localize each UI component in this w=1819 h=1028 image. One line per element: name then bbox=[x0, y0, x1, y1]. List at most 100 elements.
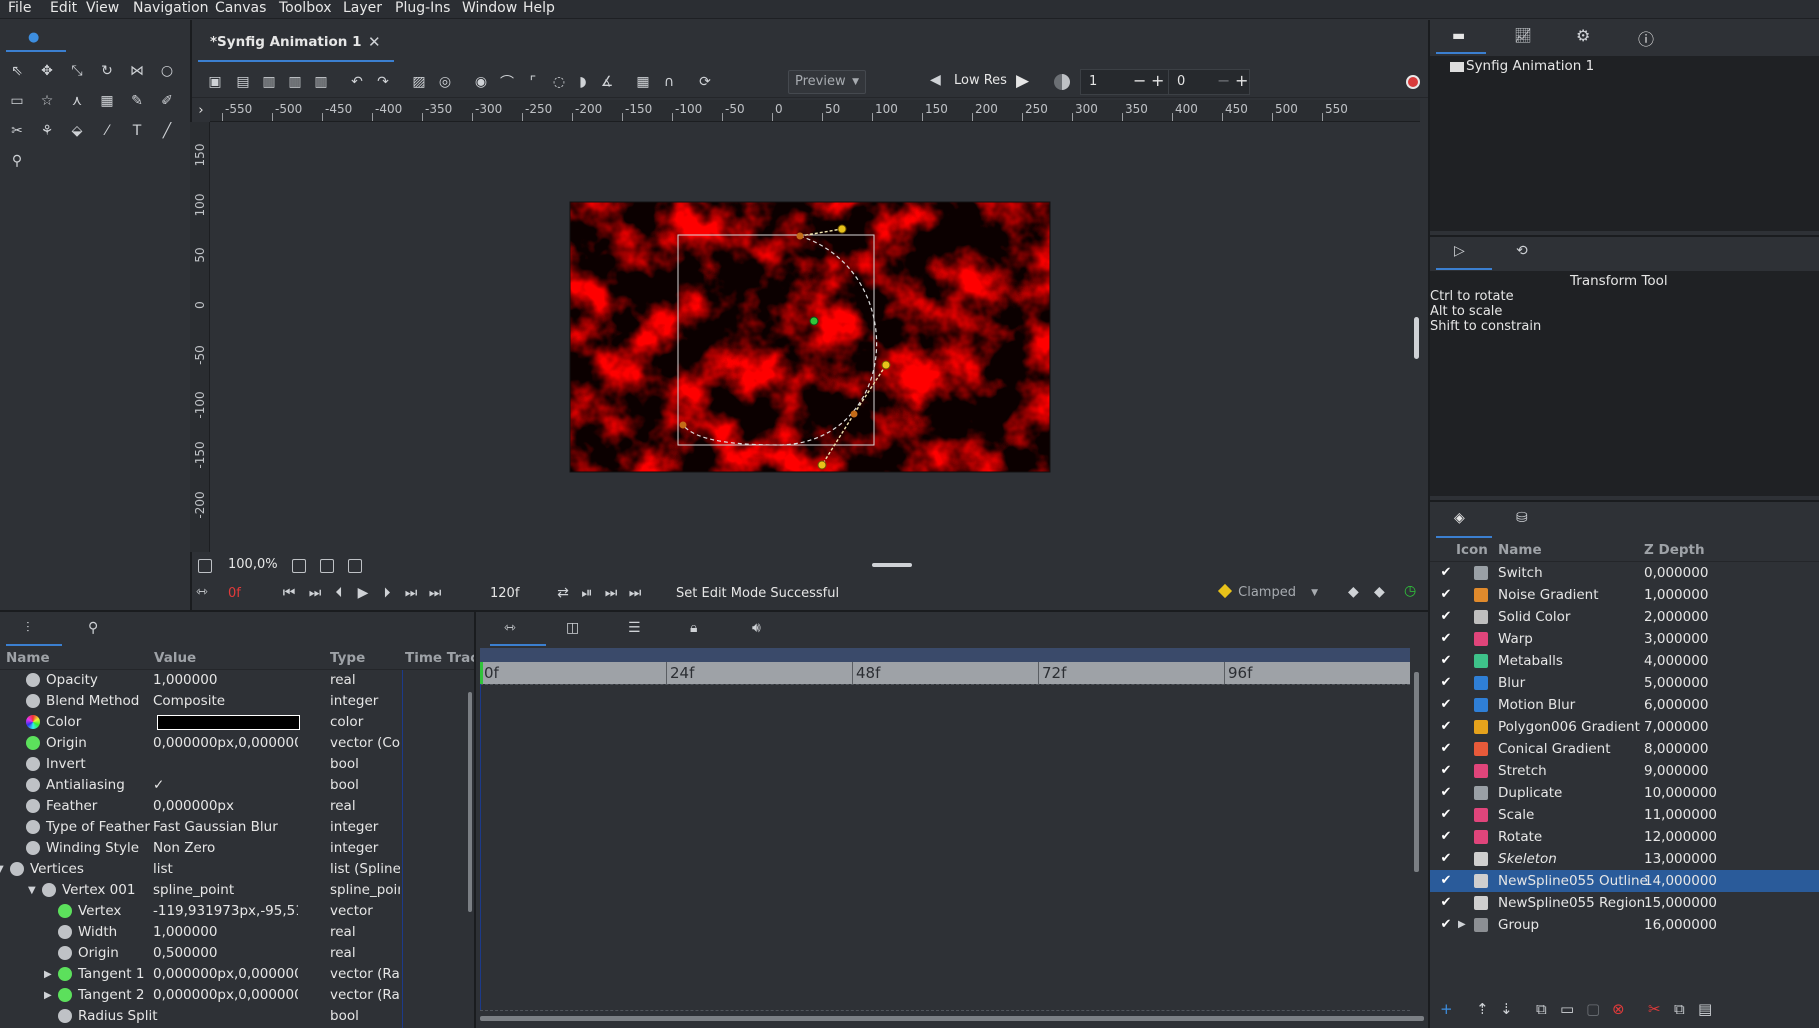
header-value[interactable]: Value bbox=[154, 650, 196, 666]
width-tool-icon[interactable]: ⚘ bbox=[36, 120, 58, 142]
param-row[interactable]: Type of Feather Fast Gaussian Blur integer bbox=[0, 817, 470, 838]
param-value[interactable]: 1,000000 bbox=[153, 922, 298, 943]
layer-row[interactable]: ✔ Rotate 12,000000 bbox=[1430, 826, 1819, 848]
layer-row[interactable]: ✔ Skeleton 13,000000 bbox=[1430, 848, 1819, 870]
star-tool-icon[interactable]: ☆ bbox=[36, 90, 58, 112]
layer-name[interactable]: Skeleton bbox=[1498, 848, 1557, 870]
gear-icon[interactable]: ⚙ bbox=[1576, 26, 1590, 45]
param-row[interactable]: Width 1,000000 real bbox=[0, 922, 470, 943]
new-file-icon[interactable]: ▣ bbox=[204, 71, 226, 93]
magnet-icon[interactable]: ∩ bbox=[658, 71, 680, 93]
cut-icon[interactable]: ✂ bbox=[1648, 1000, 1661, 1018]
header-zdepth[interactable]: Z Depth bbox=[1644, 542, 1705, 558]
layer-name[interactable]: Group bbox=[1498, 914, 1539, 936]
param-row[interactable]: Feather 0,000000px real bbox=[0, 796, 470, 817]
plus-icon[interactable]: + bbox=[1235, 71, 1248, 90]
encapsulate-icon[interactable]: ▢ bbox=[1586, 1000, 1600, 1018]
preview-dropdown[interactable]: Preview ▼ bbox=[788, 70, 866, 94]
layer-visibility-checkbox[interactable]: ✔ bbox=[1439, 742, 1453, 756]
color-swatch[interactable] bbox=[157, 715, 300, 730]
circle-handle-icon[interactable]: ◌ bbox=[548, 71, 570, 93]
tangent-handle[interactable] bbox=[837, 224, 847, 234]
canvas-browser-tab-icon[interactable]: ▬ bbox=[1452, 28, 1465, 44]
param-value[interactable]: -119,931973px,-95,510 bbox=[153, 901, 298, 922]
bline-icon[interactable]: ⌜ bbox=[522, 71, 544, 93]
history-tab-icon[interactable]: ⟲ bbox=[1516, 243, 1528, 259]
vertex-handle[interactable] bbox=[679, 421, 687, 429]
interpolation-dropdown[interactable]: Clamped ▼ bbox=[1214, 582, 1322, 606]
circle-tool-icon[interactable]: ○ bbox=[156, 60, 178, 82]
param-row[interactable]: Winding Style Non Zero integer bbox=[0, 838, 470, 859]
layer-visibility-checkbox[interactable]: ✔ bbox=[1439, 764, 1453, 778]
duplicate-layer-icon[interactable]: ⧉ bbox=[1536, 1000, 1547, 1018]
layer-visibility-checkbox[interactable]: ✔ bbox=[1439, 918, 1453, 932]
seek-begin-icon[interactable]: ⏮ bbox=[278, 582, 300, 604]
save-as-icon[interactable]: ▥ bbox=[284, 71, 306, 93]
layer-name[interactable]: Polygon006 Gradient bbox=[1498, 716, 1640, 738]
layer-name[interactable]: Blur bbox=[1498, 672, 1525, 694]
menu-navigation[interactable]: Navigation bbox=[129, 0, 213, 17]
text-tool-icon[interactable]: T bbox=[126, 120, 148, 142]
ruler-corner-toggle[interactable]: › bbox=[192, 100, 210, 122]
layer-visibility-checkbox[interactable]: ✔ bbox=[1439, 720, 1453, 734]
close-icon[interactable]: ✕ bbox=[368, 33, 381, 51]
curves-tab-icon[interactable]: ◫ bbox=[566, 620, 579, 636]
library-tab-icon[interactable]: ⚲ bbox=[88, 620, 98, 636]
paste-icon[interactable]: ▤ bbox=[1698, 1000, 1712, 1018]
zoom-out-icon[interactable] bbox=[198, 559, 212, 573]
layer-name[interactable]: NewSpline055 Outline bbox=[1498, 870, 1648, 892]
layers-tab-icon[interactable]: ◈ bbox=[1454, 510, 1465, 526]
layer-visibility-checkbox[interactable]: ✔ bbox=[1439, 786, 1453, 800]
prev-keyframe-seek-icon[interactable]: ⏭ bbox=[304, 582, 326, 604]
save-all-icon[interactable]: ▥ bbox=[310, 71, 332, 93]
onion-past-spinner[interactable]: 1 − + bbox=[1080, 69, 1170, 95]
param-value[interactable]: 0,000000px,0,000000p bbox=[153, 964, 298, 985]
param-row[interactable]: Radius Split bool bbox=[0, 1006, 470, 1027]
menu-plugins[interactable]: Plug-Ins bbox=[391, 0, 454, 17]
tangent-handle[interactable] bbox=[817, 460, 827, 470]
document-tab[interactable]: *Synfig Animation 1 ✕ bbox=[198, 26, 394, 64]
scale-tool-icon[interactable]: ⤡ bbox=[66, 60, 88, 82]
layer-name[interactable]: Noise Gradient bbox=[1498, 584, 1599, 606]
layer-name[interactable]: Rotate bbox=[1498, 826, 1542, 848]
layer-name[interactable]: NewSpline055 Region bbox=[1498, 892, 1645, 914]
time-ruler[interactable]: 0f 24f 48f 72f 96f bbox=[480, 648, 1410, 684]
raise-layer-icon[interactable]: ⇡ bbox=[1476, 1000, 1489, 1018]
layer-row[interactable]: ✔ Metaballs 4,000000 bbox=[1430, 650, 1819, 672]
timeline-scrollbar-v[interactable] bbox=[1414, 672, 1419, 872]
layer-row[interactable]: ✔ Noise Gradient 1,000000 bbox=[1430, 584, 1819, 606]
menu-toolbox[interactable]: Toolbox bbox=[275, 0, 336, 17]
bounds-play-icon[interactable]: ⏯ bbox=[576, 582, 598, 604]
expander-closed-icon[interactable]: ▶ bbox=[44, 985, 52, 1006]
folder-icon[interactable]: ▭ bbox=[1560, 1000, 1574, 1018]
seek-end-icon[interactable]: ⏭ bbox=[424, 582, 446, 604]
params-scrollbar[interactable] bbox=[468, 692, 472, 912]
layer-visibility-checkbox[interactable]: ✔ bbox=[1439, 632, 1453, 646]
param-value[interactable]: 1,000000 bbox=[153, 670, 298, 691]
layer-visibility-checkbox[interactable]: ✔ bbox=[1439, 566, 1453, 580]
prev-frame-icon[interactable]: ⏴ bbox=[328, 582, 350, 604]
layer-name[interactable]: Metaballs bbox=[1498, 650, 1563, 672]
layer-row[interactable]: ✔ Blur 5,000000 bbox=[1430, 672, 1819, 694]
jump-end-icon[interactable]: ⏭ bbox=[624, 582, 646, 604]
layer-visibility-checkbox[interactable]: ✔ bbox=[1439, 676, 1453, 690]
param-value[interactable]: 0,000000px,0,000000px bbox=[153, 733, 298, 754]
record-icon[interactable] bbox=[1406, 75, 1420, 89]
rotate-tool-icon[interactable]: ↻ bbox=[96, 60, 118, 82]
play-icon[interactable]: ▶ bbox=[352, 582, 374, 604]
next-keyframe-icon[interactable]: ◆ bbox=[1374, 584, 1385, 600]
tool-options-tab-icon[interactable]: ▷ bbox=[1454, 243, 1465, 259]
next-keyframe-seek-icon[interactable]: ⏭ bbox=[400, 582, 422, 604]
animation-mode-icon[interactable]: ⇿ bbox=[196, 584, 208, 600]
layer-row[interactable]: ✔ Scale 11,000000 bbox=[1430, 804, 1819, 826]
menu-help[interactable]: Help bbox=[519, 0, 559, 17]
expander-open-icon[interactable]: ▼ bbox=[0, 859, 4, 880]
param-row[interactable]: Origin 0,500000 real bbox=[0, 943, 470, 964]
mirror-tool-icon[interactable]: ⋈ bbox=[126, 60, 148, 82]
param-row[interactable]: ▶ Tangent 1 0,000000px,0,000000p vector (Ra bbox=[0, 964, 470, 985]
gradient-tool-icon[interactable]: ▦ bbox=[96, 90, 118, 112]
menu-view[interactable]: View bbox=[82, 0, 123, 17]
layer-row[interactable]: ✔ Duplicate 10,000000 bbox=[1430, 782, 1819, 804]
plus-icon[interactable]: + bbox=[1151, 71, 1164, 90]
sketch-tool-icon[interactable]: ╱ bbox=[156, 120, 178, 142]
